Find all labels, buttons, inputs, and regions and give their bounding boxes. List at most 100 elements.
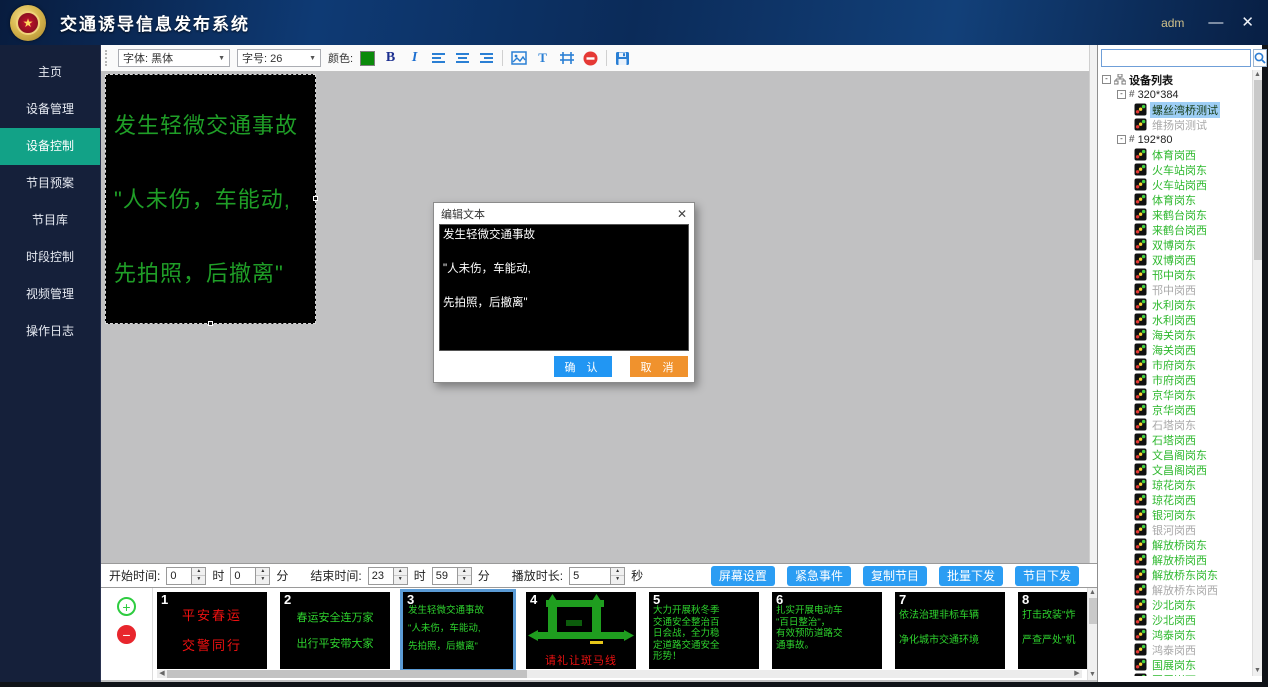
scrollbar-thumb[interactable] — [1089, 598, 1097, 624]
device-item[interactable]: 文昌阁岗东 — [1102, 447, 1262, 462]
device-item[interactable]: 国展岗西 — [1102, 672, 1262, 676]
sidebar-item[interactable]: 节目库 — [0, 202, 100, 239]
font-size-select[interactable]: 字号: 26 ▼ — [237, 49, 321, 67]
delete-button[interactable] — [582, 50, 599, 67]
device-item[interactable]: 解放桥东岗东 — [1102, 567, 1262, 582]
remove-program-button[interactable]: − — [117, 625, 136, 644]
sidebar-item[interactable]: 时段控制 — [0, 239, 100, 276]
action-button[interactable]: 屏幕设置 — [711, 566, 775, 586]
device-item[interactable]: 邗中岗西 — [1102, 282, 1262, 297]
device-item[interactable]: 螺丝湾桥测试 — [1102, 102, 1262, 117]
sidebar-item[interactable]: 节目预案 — [0, 165, 100, 202]
italic-button[interactable]: I — [406, 50, 423, 67]
cancel-button[interactable]: 取 消 — [630, 356, 688, 377]
action-button[interactable]: 复制节目 — [863, 566, 927, 586]
close-button[interactable]: ✕ — [1241, 15, 1254, 30]
scroll-down-icon[interactable]: ▼ — [1089, 670, 1096, 680]
playlist-item[interactable]: 6 — [772, 592, 882, 669]
sidebar-item[interactable]: 设备控制 — [0, 128, 100, 165]
road-sign-button[interactable] — [558, 50, 575, 67]
device-item[interactable]: 火车站岗东 — [1102, 162, 1262, 177]
playlist-item[interactable]: 3 — [403, 592, 513, 669]
device-item[interactable]: 鸿泰岗东 — [1102, 627, 1262, 642]
device-item[interactable]: 海关岗东 — [1102, 327, 1262, 342]
device-item[interactable]: 京华岗东 — [1102, 387, 1262, 402]
align-left-button[interactable] — [430, 50, 447, 67]
duration-stepper[interactable]: 5▲▼ — [569, 567, 625, 585]
device-item[interactable]: 双博岗西 — [1102, 252, 1262, 267]
collapse-icon[interactable]: - — [1117, 90, 1126, 99]
playlist-item[interactable]: 8 — [1018, 592, 1097, 669]
scroll-up-icon[interactable]: ▲ — [1254, 70, 1261, 80]
device-item[interactable]: 文昌阁岗西 — [1102, 462, 1262, 477]
playlist-item[interactable]: 5 — [649, 592, 759, 669]
playlist-item[interactable]: 4 — [526, 592, 636, 669]
scrollbar-thumb[interactable] — [1254, 80, 1262, 260]
device-item[interactable]: 火车站岗西 — [1102, 177, 1262, 192]
device-item[interactable]: 水利岗西 — [1102, 312, 1262, 327]
device-tree-scrollbar[interactable]: ▲ ▼ — [1252, 70, 1262, 676]
collapse-icon[interactable]: - — [1102, 75, 1111, 84]
device-item[interactable]: 沙北岗东 — [1102, 597, 1262, 612]
action-button[interactable]: 批量下发 — [939, 566, 1003, 586]
device-item[interactable]: 邗中岗东 — [1102, 267, 1262, 282]
device-group-label[interactable]: 320*384 — [1138, 89, 1179, 101]
device-item[interactable]: 海关岗西 — [1102, 342, 1262, 357]
resize-handle-right[interactable] — [313, 196, 318, 201]
device-item[interactable]: 来鹤台岗东 — [1102, 207, 1262, 222]
align-right-button[interactable] — [478, 50, 495, 67]
action-button[interactable]: 紧急事件 — [787, 566, 851, 586]
dialog-close-icon[interactable]: ✕ — [677, 207, 687, 221]
insert-image-button[interactable] — [510, 50, 527, 67]
device-item[interactable]: 来鹤台岗西 — [1102, 222, 1262, 237]
collapse-icon[interactable]: - — [1117, 135, 1126, 144]
device-search-input[interactable] — [1101, 49, 1251, 67]
device-item[interactable]: 琼花岗东 — [1102, 477, 1262, 492]
playlist-item[interactable]: 2 — [280, 592, 390, 669]
device-item[interactable]: 体育岗东 — [1102, 192, 1262, 207]
save-icon[interactable] — [614, 50, 631, 67]
end-minute-stepper[interactable]: 59▲▼ — [432, 567, 472, 585]
sidebar-item[interactable]: 主页 — [0, 54, 100, 91]
device-item[interactable]: 京华岗西 — [1102, 402, 1262, 417]
sidebar-item[interactable]: 视频管理 — [0, 276, 100, 313]
device-tree-root[interactable]: 设备列表 — [1129, 72, 1173, 88]
device-item[interactable]: 维扬岗测试 — [1102, 117, 1262, 132]
device-item[interactable]: 解放桥岗西 — [1102, 552, 1262, 567]
device-item[interactable]: 解放桥岗东 — [1102, 537, 1262, 552]
confirm-button[interactable]: 确 认 — [554, 356, 612, 377]
device-item[interactable]: 石塔岗东 — [1102, 417, 1262, 432]
device-item[interactable]: 市府岗东 — [1102, 357, 1262, 372]
resize-handle-bottom[interactable] — [208, 321, 213, 326]
start-minute-stepper[interactable]: 0▲▼ — [230, 567, 270, 585]
device-item[interactable]: 国展岗东 — [1102, 657, 1262, 672]
device-item[interactable]: 鸿泰岗西 — [1102, 642, 1262, 657]
device-item[interactable]: 市府岗西 — [1102, 372, 1262, 387]
playlist-item[interactable]: 1 — [157, 592, 267, 669]
minimize-button[interactable]: — — [1208, 15, 1223, 30]
device-item[interactable]: 体育岗西 — [1102, 147, 1262, 162]
device-item[interactable]: 石塔岗西 — [1102, 432, 1262, 447]
add-program-button[interactable]: + — [117, 597, 136, 616]
playlist-horizontal-scrollbar[interactable]: ◀ ▶ — [157, 670, 1082, 678]
scroll-left-icon[interactable]: ◀ — [157, 670, 167, 678]
playlist-vertical-scrollbar[interactable]: ▲ ▼ — [1087, 588, 1097, 680]
device-item[interactable]: 双博岗东 — [1102, 237, 1262, 252]
main-vertical-scrollbar[interactable] — [1089, 45, 1097, 563]
scroll-up-icon[interactable]: ▲ — [1089, 588, 1096, 598]
bold-button[interactable]: B — [382, 50, 399, 67]
scroll-down-icon[interactable]: ▼ — [1254, 666, 1261, 676]
insert-text-button[interactable]: T — [534, 50, 551, 67]
font-family-select[interactable]: 字体: 黑体 ▼ — [118, 49, 230, 67]
device-group-label[interactable]: 192*80 — [1138, 134, 1173, 146]
device-item[interactable]: 水利岗东 — [1102, 297, 1262, 312]
device-item[interactable]: 银河岗西 — [1102, 522, 1262, 537]
device-item[interactable]: 琼花岗西 — [1102, 492, 1262, 507]
color-swatch[interactable] — [360, 51, 375, 66]
search-button[interactable] — [1253, 49, 1267, 67]
playlist-item[interactable]: 7 — [895, 592, 1005, 669]
start-hour-stepper[interactable]: 0▲▼ — [166, 567, 206, 585]
sidebar-item[interactable]: 操作日志 — [0, 313, 100, 350]
action-button[interactable]: 节目下发 — [1015, 566, 1079, 586]
device-item[interactable]: 沙北岗西 — [1102, 612, 1262, 627]
